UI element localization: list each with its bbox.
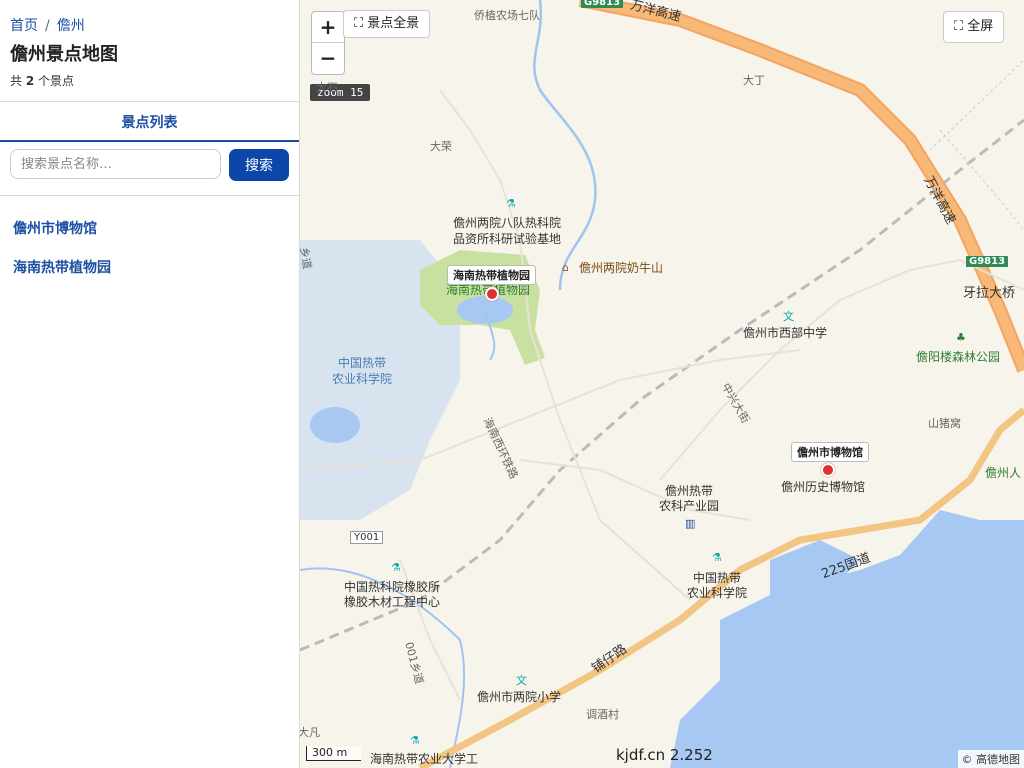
building-icon: ▥	[685, 517, 696, 530]
expressway	[578, 0, 1024, 373]
map-label: 大丁	[743, 74, 765, 87]
map-label: 大凡	[300, 726, 320, 739]
fullscreen-button[interactable]: ⛶ 全屏	[943, 11, 1005, 43]
research-icon: ⚗	[506, 197, 516, 210]
divider	[0, 195, 299, 196]
map-canvas[interactable]: + − ⛶ 景点全景 ⛶ 全屏 zoom 15 G9813 G9813 Y001…	[300, 0, 1024, 768]
count-suffix: 个景点	[38, 74, 75, 88]
fullscreen-icon: ⛶	[954, 19, 964, 34]
school-icon: 文	[783, 310, 794, 323]
sidebar: 首页 / 儋州 儋州景点地图 共 2 个景点 景点列表 搜索 儋州市博物馆 海南热带…	[0, 0, 300, 768]
park-icon: ♣	[956, 331, 966, 344]
breadcrumb-current-link[interactable]: 儋州	[57, 18, 85, 34]
page-title: 儋州景点地图	[10, 44, 118, 65]
count-prefix: 共	[10, 74, 23, 88]
map-label: 儋州两院奶牛山	[579, 261, 664, 275]
map-label: 海南热带农业大学工	[370, 752, 479, 766]
map-label: 调酒村	[586, 708, 619, 721]
expand-icon: ⛶	[354, 16, 364, 31]
map-label: 农业科学院	[687, 586, 748, 600]
map-label: 橡胶木材工程中心	[344, 595, 441, 609]
spot-count: 共 2 个景点	[10, 72, 74, 89]
list-item[interactable]: 儋州市博物馆	[13, 218, 111, 238]
map-attribution: © 高德地图	[957, 750, 1024, 768]
zoom-in-button[interactable]: +	[312, 12, 344, 42]
tab-spot-list[interactable]: 景点列表	[0, 101, 299, 142]
map-label: 农科产业园	[659, 499, 720, 513]
list-item[interactable]: 海南热带植物园	[13, 257, 111, 277]
map-label: 儋州人	[985, 466, 1022, 480]
map-label: 品资所科研试验基地	[453, 232, 562, 246]
zoom-control: + −	[311, 11, 345, 75]
map-label: 侨植农场七队	[474, 9, 540, 22]
footer-text: kjdf.cn 2.252	[616, 746, 713, 764]
zoom-out-button[interactable]: −	[312, 42, 344, 73]
spot-list: 儋州市博物馆 海南热带植物园	[13, 218, 111, 296]
fullscreen-button-label: 全屏	[967, 19, 994, 34]
map-label: 儋阳楼森林公园	[916, 350, 1001, 364]
marker-botanical-garden[interactable]	[485, 287, 499, 301]
scale-bar: 300 m	[306, 746, 362, 761]
breadcrumb-home-link[interactable]: 首页	[10, 18, 38, 34]
road-shield: Y001	[350, 531, 384, 544]
search-input[interactable]	[10, 149, 221, 179]
overview-button-label: 景点全景	[367, 16, 420, 31]
marker-label-museum[interactable]: 儋州市博物馆	[791, 442, 869, 462]
search-button[interactable]: 搜索	[229, 149, 289, 181]
breadcrumb: 首页 / 儋州	[10, 15, 85, 35]
road-shield: G9813	[581, 0, 624, 8]
road-shield: G9813	[966, 256, 1009, 267]
tab-spot-list-label: 景点列表	[121, 115, 178, 131]
map-label: 儋州市西部中学	[743, 326, 828, 340]
map-label: 中国热带	[338, 356, 387, 370]
pond-west	[310, 407, 360, 443]
research-icon: ⚗	[410, 734, 420, 747]
school-icon: 文	[516, 674, 527, 687]
marker-museum[interactable]	[821, 463, 835, 477]
count-value: 2	[25, 74, 35, 88]
reservoir	[670, 510, 1024, 768]
map-label: 儋州两院八队热科院	[453, 216, 562, 230]
map-label: 大石	[316, 81, 338, 94]
overview-button[interactable]: ⛶ 景点全景	[343, 10, 431, 38]
map-label: 农业科学院	[332, 372, 393, 386]
research-icon: ⚗	[391, 561, 401, 574]
research-icon: ⚗	[712, 551, 722, 564]
landmark-icon: ⌂	[562, 261, 569, 274]
breadcrumb-separator: /	[45, 18, 50, 34]
expressway-inner	[579, 0, 1024, 372]
map-label: 大荣	[430, 140, 452, 153]
map-label: 牙拉大桥	[963, 286, 1016, 301]
map-label: 山猪窝	[928, 417, 961, 430]
map-label: 儋州历史博物馆	[781, 480, 866, 494]
map-label: 儋州市两院小学	[477, 690, 562, 704]
marker-label-botanical-garden[interactable]: 海南热带植物园	[447, 265, 536, 285]
